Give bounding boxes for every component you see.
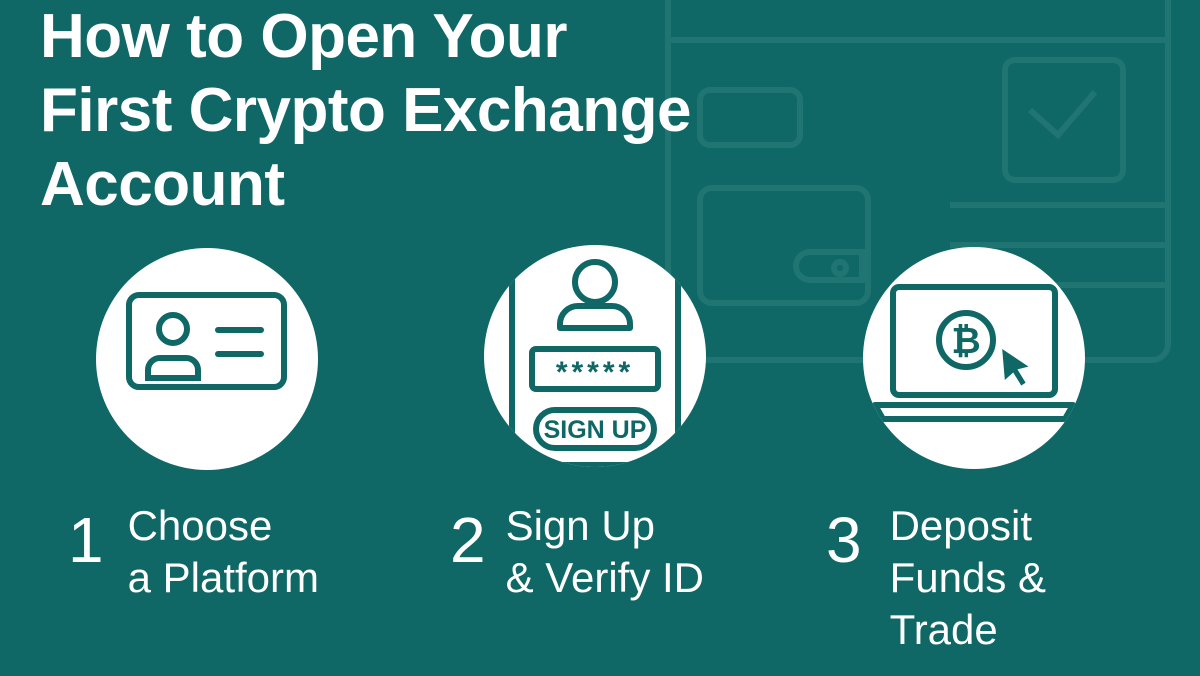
- step-2: 2 Sign Up & Verify ID: [450, 500, 704, 604]
- title-line-1: How to Open Your: [40, 2, 568, 71]
- step-1: 1 Choose a Platform: [68, 500, 319, 604]
- step-1-line-2: a Platform: [127, 554, 319, 601]
- step-2-number: 2: [450, 504, 486, 576]
- bitcoin-symbol: ₿: [951, 321, 980, 362]
- step-2-icon-circle: ***** SIGN UP: [484, 245, 706, 467]
- step-1-number: 1: [68, 504, 104, 576]
- step-1-line-1: Choose: [127, 502, 273, 549]
- step-1-icon-circle: [96, 248, 318, 470]
- step-3-number: 3: [826, 504, 862, 576]
- step-1-label: Choose a Platform: [128, 500, 319, 604]
- cursor-icon: [999, 345, 1034, 389]
- step-3-line-1: Deposit: [889, 502, 1032, 549]
- title-line-2: First Crypto Exchange: [40, 76, 691, 145]
- step-2-label: Sign Up & Verify ID: [506, 500, 704, 604]
- password-mask: *****: [556, 356, 634, 389]
- step-3-icon-circle: ₿: [863, 247, 1085, 469]
- page-title: How to Open Your First Crypto Exchange A…: [40, 0, 800, 222]
- id-card-icon: [126, 292, 287, 390]
- signup-form-icon: ***** SIGN UP: [509, 245, 681, 467]
- step-2-line-1: Sign Up: [505, 502, 656, 549]
- step-2-line-2: & Verify ID: [505, 554, 704, 601]
- step-3-label: Deposit Funds & Trade: [890, 500, 1046, 656]
- laptop-bitcoin-icon: ₿: [872, 284, 1076, 422]
- step-3-line-2: Funds &: [889, 554, 1047, 601]
- step-3: 3 Deposit Funds & Trade: [826, 500, 1046, 656]
- signup-button-label: SIGN UP: [544, 416, 647, 444]
- title-line-3: Account: [40, 150, 285, 219]
- step-3-line-3: Trade: [889, 606, 998, 653]
